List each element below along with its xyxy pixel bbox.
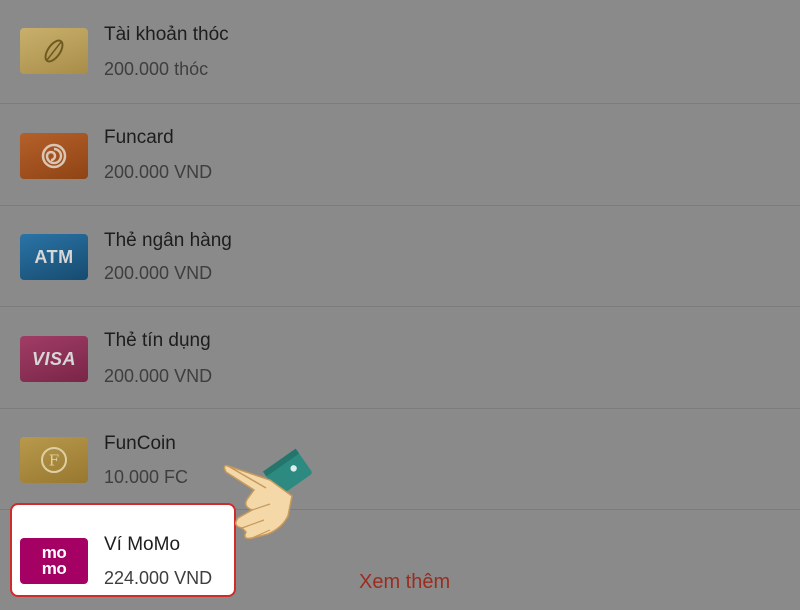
option-title: Funcard [104, 127, 174, 148]
visa-label: VISA [31, 348, 76, 369]
funcard-swirl-icon [20, 133, 88, 179]
option-balance: 200.000 VND [104, 162, 213, 182]
momo-logo-text: mo mo [41, 543, 67, 578]
option-title: Thẻ ngân hàng [104, 230, 232, 251]
option-balance: 10.000 FC [104, 467, 189, 487]
payment-option-credit-card[interactable]: VISA Thẻ tín dụng 200.000 VND [0, 306, 800, 407]
payment-option-momo[interactable]: mo mo Ví MoMo 224.000 VND [10, 503, 236, 597]
see-more-link[interactable]: Xem thêm [359, 571, 450, 594]
option-balance: 200.000 thóc [104, 59, 209, 79]
atm-label: ATM [34, 246, 74, 267]
payment-option-funcard[interactable]: Funcard 200.000 VND [0, 103, 800, 204]
atm-card-icon: ATM [20, 234, 88, 280]
funcoin-letter: F [49, 452, 59, 470]
option-balance: 200.000 VND [104, 263, 213, 283]
option-title: Ví MoMo [104, 534, 181, 555]
option-title: Thẻ tín dụng [104, 330, 211, 351]
payment-option-bank-card[interactable]: ATM Thẻ ngân hàng 200.000 VND [0, 205, 800, 306]
funcoin-icon: F [20, 437, 88, 483]
pointing-hand-icon [208, 446, 326, 546]
option-title: Tài khoản thóc [104, 24, 229, 45]
option-title: FunCoin [104, 433, 176, 454]
visa-card-icon: VISA [20, 336, 88, 382]
option-balance: 224.000 VND [104, 568, 213, 588]
rice-grain-icon [20, 28, 88, 74]
option-balance: 200.000 VND [104, 366, 213, 386]
payment-option-rice-account[interactable]: Tài khoản thóc 200.000 thóc [0, 0, 800, 101]
momo-logo-icon: mo mo [20, 538, 88, 584]
payment-option-funcoin[interactable]: F FunCoin 10.000 FC [0, 408, 800, 509]
